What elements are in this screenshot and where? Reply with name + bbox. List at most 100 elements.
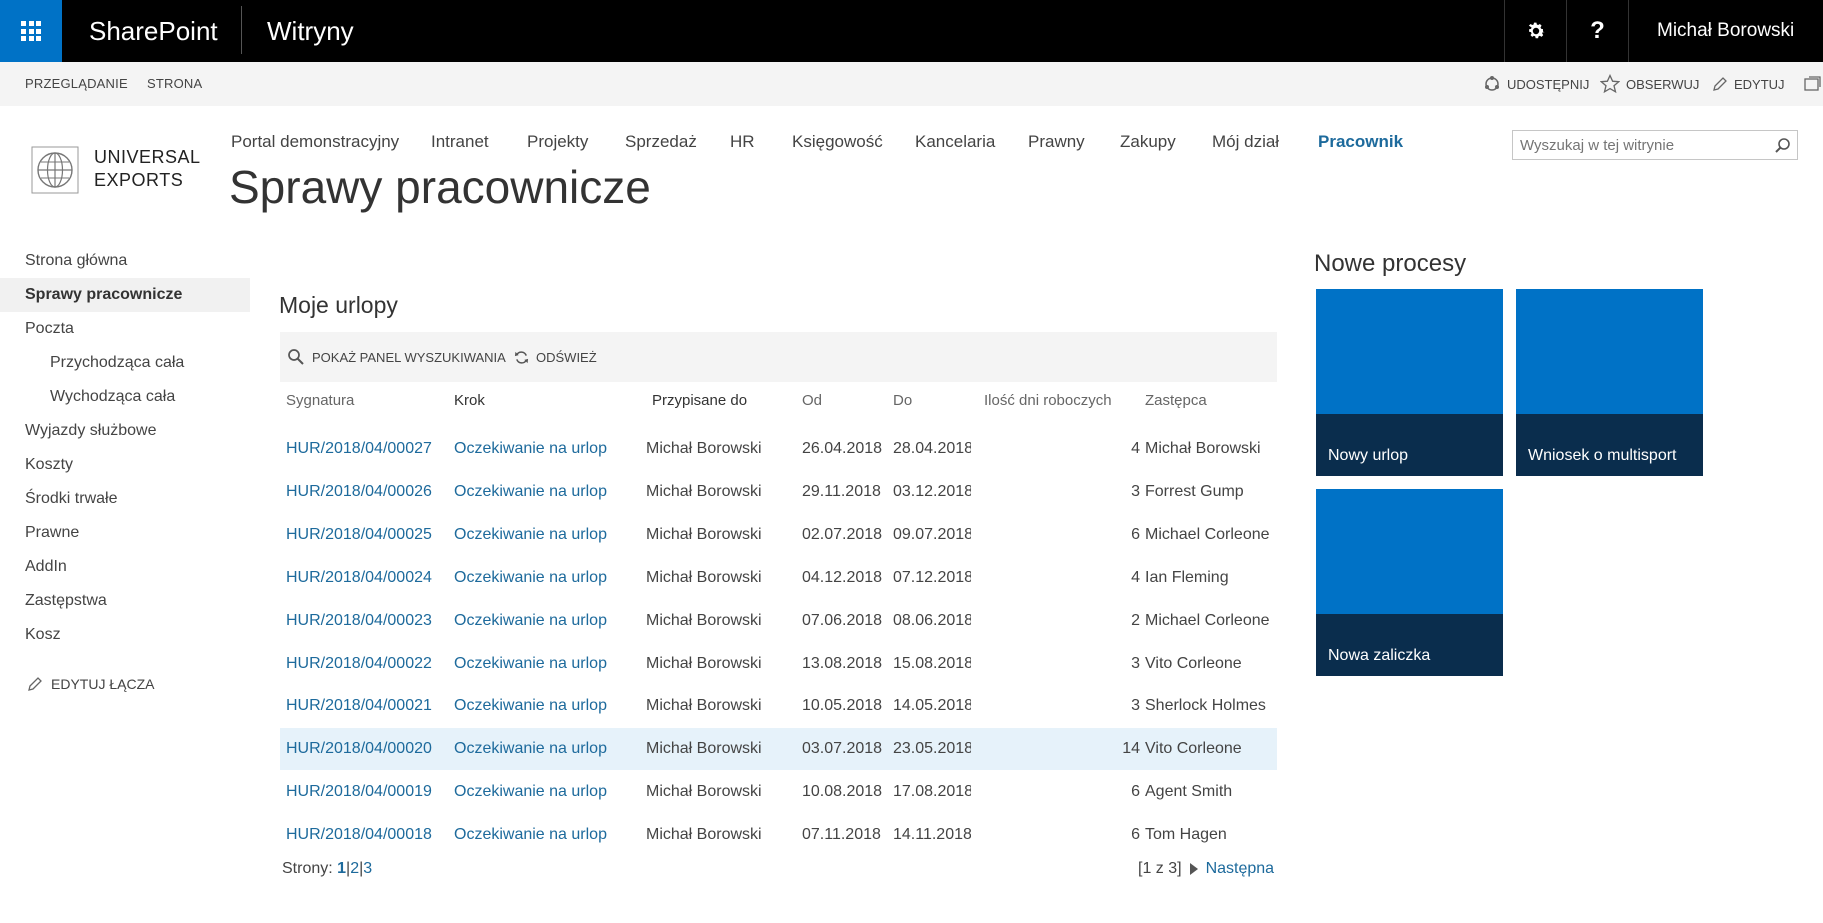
pager-page-3[interactable]: 3 (363, 860, 372, 877)
brand-link[interactable]: SharePoint (89, 0, 218, 62)
column-header-from[interactable]: Od (802, 392, 822, 409)
cell-step[interactable]: Oczekiwanie na urlop (454, 814, 634, 856)
pager-next-link[interactable]: Następna (1206, 860, 1275, 878)
app-launcher-button[interactable] (0, 0, 62, 62)
site-search-input[interactable] (1513, 131, 1763, 159)
tile-label: Wniosek o multisport (1528, 447, 1677, 464)
cell-step[interactable]: Oczekiwanie na urlop (454, 643, 634, 685)
sites-link[interactable]: Witryny (267, 0, 354, 62)
column-header-to[interactable]: Do (893, 392, 912, 409)
site-search-box (1512, 130, 1798, 160)
column-header-substitute[interactable]: Zastępca (1145, 392, 1207, 409)
search-icon[interactable] (1774, 137, 1791, 154)
cell-substitute: Agent Smith (1145, 783, 1233, 801)
leftnav-item-employee-affairs[interactable]: Sprawy pracownicze (0, 278, 250, 312)
refresh-button[interactable]: ODŚWIEŻ (514, 332, 597, 382)
cell-signature[interactable]: HUR/2018/04/00026 (286, 471, 436, 513)
cell-step[interactable]: Oczekiwanie na urlop (454, 428, 634, 470)
topnav-item-hr[interactable]: HR (730, 132, 755, 152)
cell-substitute: Ian Fleming (1145, 568, 1229, 586)
edit-button[interactable]: EDYTUJ (1712, 62, 1785, 106)
follow-button[interactable]: OBSERWUJ (1600, 62, 1699, 106)
edit-label: EDYTUJ (1734, 76, 1785, 92)
cell-step[interactable]: Oczekiwanie na urlop (454, 728, 634, 770)
settings-button[interactable] (1504, 0, 1566, 62)
leftnav-item-incoming[interactable]: Przychodząca cała (0, 346, 250, 380)
cell-step[interactable]: Oczekiwanie na urlop (454, 557, 634, 599)
share-button[interactable]: UDOSTĘPNIJ (1483, 62, 1589, 106)
brand-separator (241, 6, 242, 54)
topnav-item-sprzedaz[interactable]: Sprzedaż (625, 132, 697, 152)
cell-signature[interactable]: HUR/2018/04/00024 (286, 557, 436, 599)
table-row[interactable]: HUR/2018/04/00022 Oczekiwanie na urlop Mic… (280, 643, 1277, 685)
leftnav-item-mail[interactable]: Poczta (0, 312, 250, 346)
pager-page-1[interactable]: 1 (337, 860, 346, 877)
column-header-signature[interactable]: Sygnatura (286, 392, 354, 409)
table-row[interactable]: HUR/2018/04/00027 Oczekiwanie na urlop Mic… (280, 428, 1277, 470)
leftnav-item-addin[interactable]: AddIn (0, 550, 250, 584)
cell-signature[interactable]: HUR/2018/04/00022 (286, 643, 436, 685)
cell-signature[interactable]: HUR/2018/04/00018 (286, 814, 436, 856)
cell-workdays: 6 (1131, 826, 1140, 844)
topnav-item-moj-dzial[interactable]: Mój dział (1212, 132, 1279, 152)
topnav-item-ksiegowosc[interactable]: Księgowość (792, 132, 883, 152)
cell-step[interactable]: Oczekiwanie na urlop (454, 514, 634, 556)
company-logo[interactable] (31, 146, 79, 194)
search-icon (288, 349, 304, 365)
leftnav-item-costs[interactable]: Koszty (0, 448, 250, 482)
leftnav-item-recycle-bin[interactable]: Kosz (0, 618, 250, 652)
table-row[interactable]: HUR/2018/04/00023 Oczekiwanie na urlop Mic… (280, 600, 1277, 642)
user-menu[interactable]: Michał Borowski (1628, 0, 1823, 62)
share-label: UDOSTĘPNIJ (1507, 76, 1590, 92)
leftnav-item-substitutions[interactable]: Zastępstwa (0, 584, 250, 618)
table-row[interactable]: HUR/2018/04/00026 Oczekiwanie na urlop Mic… (280, 471, 1277, 513)
tab-page[interactable]: STRONA (147, 62, 202, 106)
tile-multisport-request[interactable]: Wniosek o multisport (1516, 289, 1703, 476)
topnav-item-portal[interactable]: Portal demonstracyjny (231, 132, 399, 152)
column-header-step[interactable]: Krok (454, 392, 485, 409)
topnav-item-kancelaria[interactable]: Kancelaria (915, 132, 995, 152)
cell-signature[interactable]: HUR/2018/04/00023 (286, 600, 436, 642)
pager-page-2[interactable]: 2 (350, 860, 359, 877)
column-header-assigned[interactable]: Przypisane do (652, 392, 747, 409)
cell-step[interactable]: Oczekiwanie na urlop (454, 471, 634, 513)
cell-step[interactable]: Oczekiwanie na urlop (454, 600, 634, 642)
table-row[interactable]: HUR/2018/04/00018 Oczekiwanie na urlop Mic… (280, 814, 1277, 856)
topnav-item-intranet[interactable]: Intranet (431, 132, 489, 152)
table-row[interactable]: HUR/2018/04/00020 Oczekiwanie na urlop Mic… (280, 728, 1277, 771)
tile-new-leave[interactable]: Nowy urlop (1316, 289, 1503, 476)
leftnav-item-fixed-assets[interactable]: Środki trwałe (0, 482, 250, 516)
leftnav-item-outgoing[interactable]: Wychodząca cała (0, 380, 250, 414)
cell-signature[interactable]: HUR/2018/04/00021 (286, 685, 436, 727)
table-row[interactable]: HUR/2018/04/00024 Oczekiwanie na urlop Mic… (280, 557, 1277, 599)
column-header-workdays[interactable]: Ilość dni roboczych (984, 392, 1112, 409)
cell-signature[interactable]: HUR/2018/04/00020 (286, 728, 436, 770)
leftnav-item-legal[interactable]: Prawne (0, 516, 250, 550)
cell-workdays: 3 (1131, 654, 1140, 672)
cell-assigned: Michał Borowski (646, 568, 762, 586)
topnav-item-zakupy[interactable]: Zakupy (1120, 132, 1176, 152)
cell-signature[interactable]: HUR/2018/04/00025 (286, 514, 436, 556)
cell-from: 10.05.2018 (802, 697, 883, 715)
help-button[interactable]: ? (1566, 0, 1628, 62)
cell-step[interactable]: Oczekiwanie na urlop (454, 685, 634, 727)
topnav-item-projekty[interactable]: Projekty (527, 132, 588, 152)
topnav-item-pracownik[interactable]: Pracownik (1318, 132, 1403, 152)
cell-step[interactable]: Oczekiwanie na urlop (454, 771, 634, 813)
cell-signature[interactable]: HUR/2018/04/00019 (286, 771, 436, 813)
leftnav-item-home[interactable]: Strona główna (0, 244, 250, 278)
cell-substitute: Vito Corleone (1145, 654, 1242, 672)
edit-links-button[interactable]: EDYTUJ ŁĄCZA (27, 676, 154, 692)
show-search-panel-button[interactable]: POKAŻ PANEL WYSZUKIWANIA (287, 332, 506, 382)
table-row[interactable]: HUR/2018/04/00021 Oczekiwanie na urlop Mic… (280, 685, 1277, 727)
topnav-item-prawny[interactable]: Prawny (1028, 132, 1085, 152)
cell-to: 28.04.2018 (893, 440, 971, 457)
table-row[interactable]: HUR/2018/04/00019 Oczekiwanie na urlop Mic… (280, 771, 1277, 813)
cell-signature[interactable]: HUR/2018/04/00027 (286, 428, 436, 470)
table-row[interactable]: HUR/2018/04/00025 Oczekiwanie na urlop Mic… (280, 514, 1277, 556)
focus-content-button[interactable] (1804, 62, 1821, 106)
tile-new-advance[interactable]: Nowa zaliczka (1316, 489, 1503, 676)
cell-from: 13.08.2018 (802, 654, 883, 672)
leftnav-item-business-trips[interactable]: Wyjazdy służbowe (0, 414, 250, 448)
tab-browse[interactable]: PRZEGLĄDANIE (25, 62, 128, 106)
